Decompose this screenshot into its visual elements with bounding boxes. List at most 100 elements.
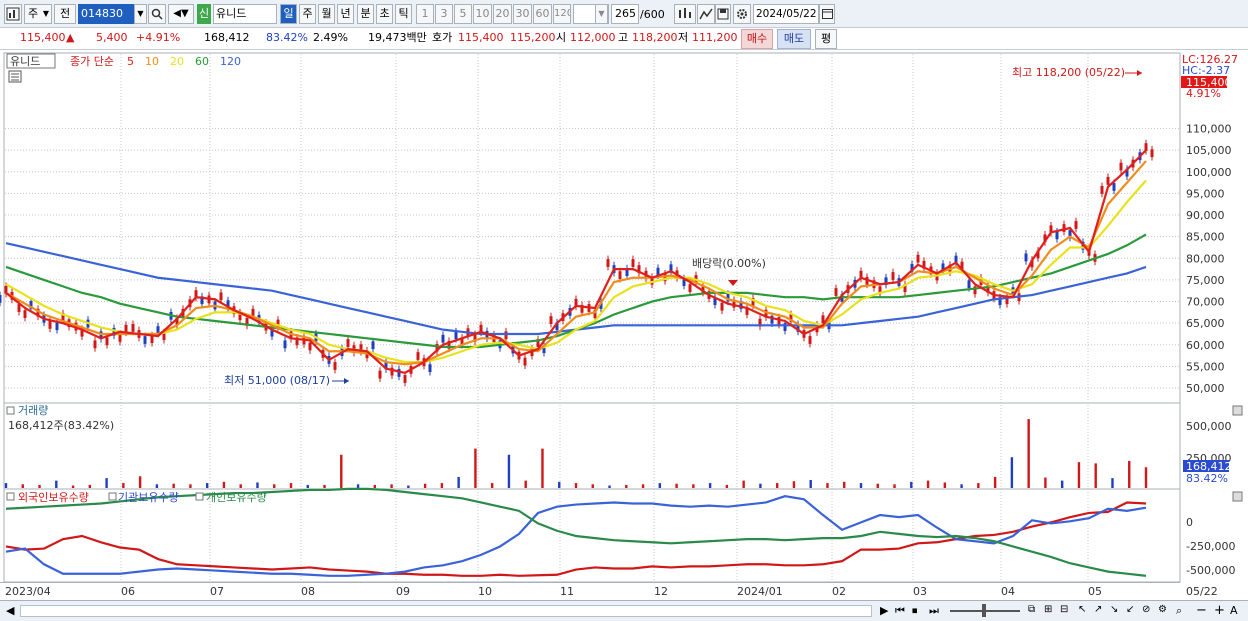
- scroll-track[interactable]: [20, 605, 872, 617]
- market-select[interactable]: 주 ▼: [24, 4, 52, 24]
- flow-tick-500k: -500,000: [1186, 564, 1235, 577]
- volume-bar: [172, 483, 175, 488]
- unit-5[interactable]: 5: [454, 4, 472, 24]
- draw-tool-icon[interactable]: [697, 4, 715, 24]
- volume-bar: [155, 484, 159, 488]
- vol-tick-500k: 500,000: [1186, 420, 1232, 433]
- layout-icon[interactable]: ⊞: [1044, 604, 1052, 615]
- line-tool-icon[interactable]: ↖: [1078, 604, 1086, 615]
- scroll-bar[interactable]: ◀ ▶ ⏮ ⏹ ⏭ ⧉ ⊞ ⊟ ↖ ↗ ↘ ↙ ⊘ ⚙ ⌕ − + A: [0, 600, 1248, 621]
- date-input[interactable]: 2024/05/22: [753, 4, 819, 24]
- eval-button[interactable]: 평: [815, 29, 837, 49]
- unit-20[interactable]: 20: [493, 4, 512, 24]
- candle-body: [55, 322, 59, 331]
- fib-tool-icon[interactable]: ↘: [1110, 604, 1118, 615]
- unit-3[interactable]: 3: [435, 4, 453, 24]
- volume-bar: [859, 483, 863, 488]
- trend-tool-icon[interactable]: ↗: [1094, 604, 1102, 615]
- stop-icon[interactable]: ⏹: [912, 604, 918, 618]
- volume-bar: [273, 484, 276, 488]
- x-label: 08: [301, 585, 315, 598]
- scroll-left-icon[interactable]: ◀: [6, 604, 14, 617]
- zoom-in-icon[interactable]: +: [1214, 603, 1225, 618]
- chart-type-icon[interactable]: [4, 4, 22, 24]
- price-panel-stock: 유니드: [10, 55, 40, 68]
- gear-icon[interactable]: [733, 4, 751, 24]
- flow-panel-toggle[interactable]: [6, 492, 15, 501]
- unit-60[interactable]: 60: [533, 4, 552, 24]
- candle-body: [1100, 186, 1104, 194]
- period-day[interactable]: 일: [280, 4, 297, 24]
- unit-dropdown-icon[interactable]: ▼: [595, 4, 608, 24]
- candle-body: [891, 272, 895, 280]
- save-icon[interactable]: [715, 4, 731, 24]
- price-change: 5,400: [96, 31, 128, 44]
- volume-panel-close-icon[interactable]: [1232, 405, 1243, 416]
- period-second[interactable]: 초: [376, 4, 393, 24]
- volume-bar: [641, 484, 645, 488]
- unit-10[interactable]: 10: [473, 4, 492, 24]
- quote-bar: 115,400 ▲ 5,400 +4.91% 168,412 83.42% 2.…: [0, 28, 1248, 50]
- auto-scale-icon[interactable]: A: [1230, 604, 1238, 617]
- buy-button[interactable]: 매수: [741, 29, 773, 49]
- unit-120[interactable]: 120: [553, 4, 571, 24]
- ma-legend-120: 120: [220, 55, 241, 68]
- zoom-out-icon[interactable]: −: [1196, 603, 1207, 618]
- price-tick: 65,000: [1186, 317, 1225, 330]
- price-tick: 100,000: [1186, 166, 1232, 179]
- candle-body: [523, 357, 527, 366]
- calendar-icon[interactable]: [819, 4, 835, 24]
- period-year[interactable]: 년: [337, 4, 354, 24]
- search-icon[interactable]: [148, 4, 166, 24]
- volume-bar: [977, 483, 980, 488]
- sell-button[interactable]: 매도: [777, 29, 811, 49]
- volume-bar: [792, 481, 796, 488]
- candle-body: [1024, 253, 1028, 262]
- scroll-right-icon[interactable]: ▶: [880, 604, 888, 617]
- settings-tool-icon[interactable]: ⚙: [1158, 604, 1167, 615]
- candle-body: [549, 316, 553, 325]
- volume-bar: [21, 484, 24, 488]
- rewind-icon[interactable]: ⏮: [895, 604, 905, 618]
- candle-body: [618, 271, 622, 280]
- window-icon[interactable]: ⧉: [1028, 604, 1035, 615]
- period-minute[interactable]: 분: [357, 4, 374, 24]
- period-month[interactable]: 월: [318, 4, 335, 24]
- foreign-holdings-label: 외국인보유수량: [18, 491, 89, 504]
- price-tick: 80,000: [1186, 252, 1225, 265]
- x-label: 07: [210, 585, 224, 598]
- unit-1[interactable]: 1: [416, 4, 434, 24]
- prev-button[interactable]: 전: [54, 4, 76, 24]
- speaker-icon[interactable]: ◀▼: [168, 4, 194, 24]
- code-input[interactable]: 014830: [78, 4, 134, 24]
- unit-30[interactable]: 30: [513, 4, 532, 24]
- volume-bar: [1010, 457, 1014, 488]
- volume-bar: [675, 483, 678, 488]
- candle-body: [606, 259, 610, 267]
- volume-bar: [876, 483, 879, 488]
- forward-icon[interactable]: ⏭: [929, 604, 939, 618]
- volume-bar: [926, 480, 930, 488]
- price-tick: 105,000: [1186, 144, 1232, 157]
- stock-chart[interactable]: 유니드 종가 단순 5 10 20 60 120 LC:126.27 HC:-2.37 …: [0, 52, 1248, 600]
- volume-bar: [943, 482, 947, 488]
- chart-tool-icon[interactable]: [674, 4, 696, 24]
- code-dropdown-icon[interactable]: ▼: [134, 4, 147, 24]
- volume-panel-toggle[interactable]: [6, 406, 15, 415]
- volume-bar: [1027, 419, 1030, 488]
- period-tick[interactable]: 틱: [395, 4, 412, 24]
- search-zoom-icon[interactable]: ⌕: [1176, 604, 1182, 618]
- grid-icon[interactable]: ⊟: [1060, 604, 1068, 615]
- stock-name-field[interactable]: 유니드: [213, 4, 277, 24]
- volume-bar: [524, 480, 527, 488]
- candle-body: [1055, 231, 1059, 240]
- erase-tool-icon[interactable]: ⊘: [1142, 604, 1150, 615]
- count-input[interactable]: 265: [611, 4, 639, 24]
- candle-body: [48, 320, 52, 329]
- volume-bar: [239, 484, 242, 488]
- channel-tool-icon[interactable]: ↙: [1126, 604, 1134, 615]
- flow-tick-250k: -250,000: [1186, 540, 1235, 553]
- period-week[interactable]: 주: [299, 4, 316, 24]
- flow-panel-close-icon[interactable]: [1232, 491, 1243, 502]
- zoom-handle[interactable]: [982, 604, 986, 617]
